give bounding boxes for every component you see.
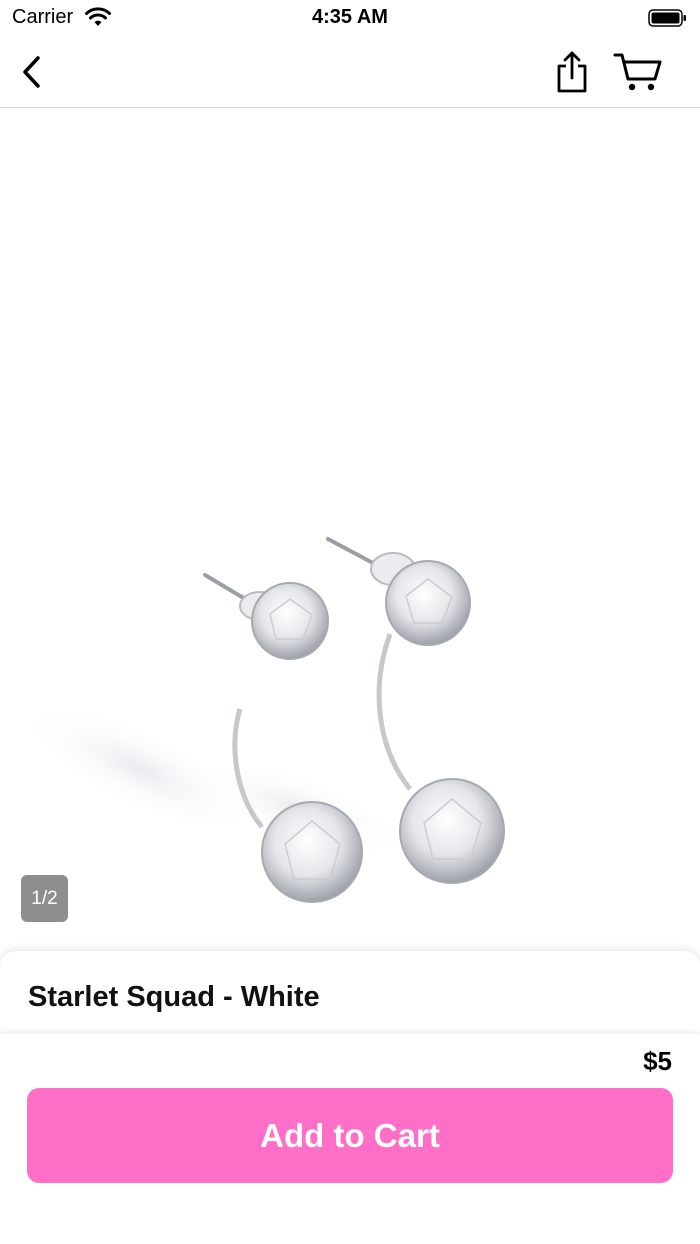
- product-title: Starlet Squad - White: [28, 981, 320, 1013]
- product-detail-screen: Carrier 4:35 AM 1/2 Starlet Squad - Whit…: [0, 0, 700, 1244]
- product-price: $5: [643, 1046, 672, 1076]
- chevron-left-icon: [23, 56, 40, 88]
- navigation-bar: [0, 36, 700, 108]
- battery-icon: [648, 9, 686, 27]
- status-time: 4:35 AM: [312, 6, 388, 28]
- earrings-image: [20, 537, 505, 903]
- share-button[interactable]: [548, 36, 596, 108]
- cart-icon: [613, 53, 662, 91]
- product-image-gallery[interactable]: 1/2: [0, 109, 700, 959]
- add-to-cart-button[interactable]: Add to Cart: [27, 1088, 673, 1183]
- purchase-bar: $5 Add to Cart: [0, 1034, 700, 1244]
- status-bar: Carrier 4:35 AM: [0, 0, 700, 36]
- back-button[interactable]: [10, 36, 54, 108]
- share-icon: [557, 51, 587, 93]
- cart-button[interactable]: [608, 36, 668, 108]
- image-page-counter: 1/2: [21, 875, 68, 922]
